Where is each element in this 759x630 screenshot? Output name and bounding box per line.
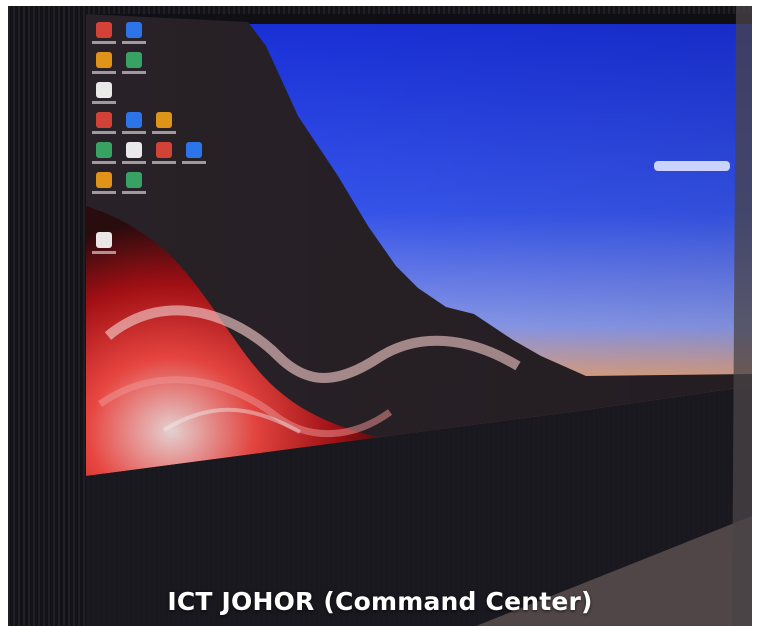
photo-caption: ICT JOHOR (Command Center) bbox=[167, 587, 593, 616]
command-center-photo: ICT JOHOR (Command Center) bbox=[8, 6, 752, 626]
video-wall-svg bbox=[86, 6, 752, 626]
photo-frame: ICT JOHOR (Command Center) bbox=[0, 0, 759, 630]
highlight-bar bbox=[654, 161, 730, 171]
